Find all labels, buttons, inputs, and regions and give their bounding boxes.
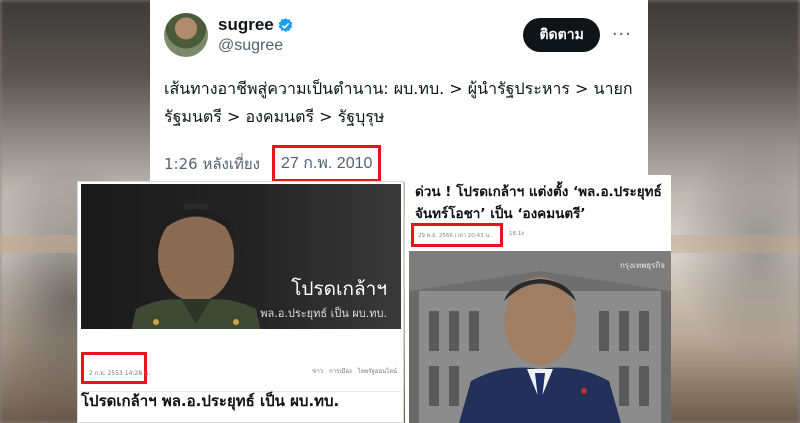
news-photo: โปรดเกล้าฯ พล.อ.ประยุทธ์ เป็น ผบ.ทบ. — [81, 184, 401, 329]
follow-button[interactable]: ติดตาม — [523, 18, 600, 52]
tag-news[interactable]: ข่าว — [312, 366, 323, 376]
brand-watermark: กรุงเทพธุรกิจ — [619, 261, 665, 270]
display-name[interactable]: sugree — [218, 15, 523, 35]
news-photo: กรุงเทพธุรกิจ — [409, 251, 671, 423]
tweet-header: sugree @sugree ติดตาม ··· — [164, 12, 632, 58]
tag-source[interactable]: ไทยรัฐออนไลน์ — [358, 366, 397, 376]
author-names: sugree @sugree — [218, 15, 523, 55]
verified-badge-icon — [278, 17, 293, 32]
news-tags: ข่าว การเมือง ไทยรัฐออนไลน์ — [312, 366, 397, 376]
photo-caption-sub: พล.อ.ประยุทธ์ เป็น ผบ.ทบ. — [260, 307, 387, 320]
tag-politics[interactable]: การเมือง — [329, 366, 352, 376]
news-headline[interactable]: โปรดเกล้าฯ พล.อ.ประยุทธ์ เป็น ผบ.ทบ. — [81, 389, 339, 413]
news-meta: 2 ก.ย. 2553 14:28 น. ข่าว การเมือง ไทยรั… — [81, 352, 401, 392]
more-options-icon[interactable]: ··· — [612, 26, 632, 44]
news-card-left[interactable]: โปรดเกล้าฯ พล.อ.ประยุทธ์ เป็น ผบ.ทบ. 2 ก… — [77, 181, 404, 423]
photo-caption-main: โปรดเกล้าฯ — [291, 278, 387, 300]
person-photo-icon — [131, 204, 261, 329]
news-date-highlight: 2 ก.ย. 2553 14:28 น. — [81, 352, 150, 384]
news-date-highlight: 29 พ.ย. 2566 เวลา 20:43 น. — [411, 223, 503, 247]
tweet-date-highlight[interactable]: 27 ก.พ. 2010 — [271, 145, 382, 182]
display-name-text[interactable]: sugree — [218, 15, 274, 35]
government-house-photo-icon — [409, 251, 671, 423]
news-headline[interactable]: ด่วน ! โปรดเกล้าฯ แต่งตั้ง ‘พล.อ.ประยุทธ… — [415, 181, 669, 225]
view-count: 18.1k — [509, 231, 525, 237]
avatar[interactable] — [164, 13, 208, 57]
news-card-right[interactable]: ด่วน ! โปรดเกล้าฯ แต่งตั้ง ‘พล.อ.ประยุทธ… — [405, 175, 671, 423]
tweet-text: เส้นทางอาชีพสู่ความเป็นตำนาน: ผบ.ทบ. > ผ… — [164, 79, 633, 126]
tweet-time[interactable]: 1:26 หลังเที่ยง — [164, 152, 260, 176]
handle[interactable]: @sugree — [218, 37, 523, 55]
tweet-card: sugree @sugree ติดตาม ··· เส้นทางอาชีพสู… — [150, 0, 648, 182]
